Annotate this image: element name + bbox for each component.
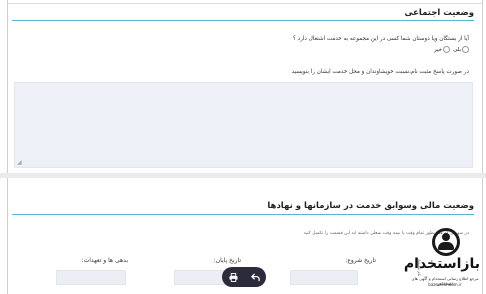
section-separator: [0, 173, 486, 178]
yes-radio[interactable]: [462, 46, 469, 53]
watermark-logo: نام مستعار بازاستخدام مرجع اطلاع رسانی ا…: [403, 228, 481, 290]
frame-right-border: [482, 0, 483, 294]
no-label: خیر: [433, 46, 443, 53]
watermark-url: bazestekhdam.ir: [428, 282, 462, 287]
financial-section-divider: [12, 214, 474, 215]
relatives-radio-group: بلی خیر: [434, 46, 469, 53]
start-date-label: تاریخ شروع:: [345, 257, 376, 264]
watermark-person-icon: [442, 233, 450, 241]
relatives-details-textarea[interactable]: ◢: [14, 82, 473, 168]
debts-label: بدهی ها و تعهدات:: [81, 257, 128, 264]
frame-top-border: [7, 3, 483, 4]
frame-left-border: [7, 0, 8, 294]
resize-grip-icon[interactable]: ◢: [17, 160, 22, 166]
relatives-details-label: در صورت پاسخ مثبت نام،نسبت خویشاوندان و …: [291, 69, 469, 75]
start-date-input[interactable]: [290, 270, 358, 285]
printer-icon[interactable]: [225, 269, 241, 285]
watermark-person-body: [438, 242, 454, 250]
no-radio[interactable]: [443, 46, 451, 53]
yes-label: بلی: [453, 46, 461, 53]
watermark-brand: بازاستخدام: [403, 256, 481, 272]
end-date-label: تاریخ پایان:: [213, 257, 241, 264]
undo-arrow-icon[interactable]: [247, 269, 263, 285]
social-section-divider: [12, 20, 474, 21]
floating-toolbar: [222, 267, 266, 287]
social-section-title: وضعیت اجتماعی: [404, 8, 474, 18]
financial-section-title: وضعیت مالی وسوابق خدمت در سازمانها و نها…: [267, 201, 474, 211]
debts-input[interactable]: [56, 270, 126, 285]
relatives-question: آیا از بستگان ویا دوستان شما کسی در این …: [292, 36, 469, 42]
